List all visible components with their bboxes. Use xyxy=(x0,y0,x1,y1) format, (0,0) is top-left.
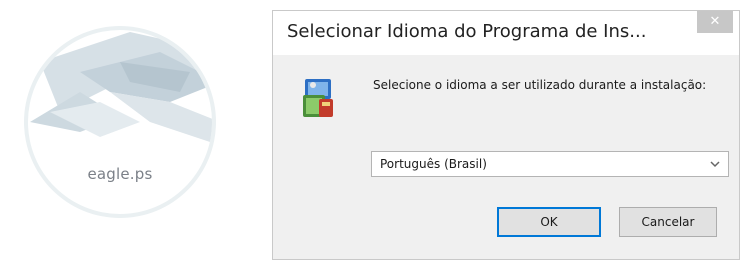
logo-circle-icon xyxy=(24,26,216,218)
chevron-down-icon xyxy=(708,156,722,172)
dialog-titlebar[interactable]: Selecionar Idioma do Programa de Ins... … xyxy=(273,11,739,55)
eagle-ps-logo: eagle.ps xyxy=(20,22,220,222)
dialog-message: Selecione o idioma a ser utilizado duran… xyxy=(373,78,707,92)
language-select[interactable]: Português (Brasil) xyxy=(371,151,729,177)
dialog-title: Selecionar Idioma do Programa de Ins... xyxy=(287,21,647,42)
close-icon: ✕ xyxy=(709,14,721,29)
setup-installer-icon xyxy=(299,73,339,121)
dialog-content: Selecione o idioma a ser utilizado duran… xyxy=(273,55,739,259)
close-button[interactable]: ✕ xyxy=(697,11,733,33)
ok-button[interactable]: OK xyxy=(497,207,601,237)
logo-brand-text: eagle.ps xyxy=(87,165,153,183)
cancel-button[interactable]: Cancelar xyxy=(619,207,717,237)
screen: eagle.ps Selecionar Idioma do Programa d… xyxy=(0,0,755,262)
language-select-dialog: Selecionar Idioma do Programa de Ins... … xyxy=(272,10,740,260)
language-select-value: Português (Brasil) xyxy=(380,157,487,171)
